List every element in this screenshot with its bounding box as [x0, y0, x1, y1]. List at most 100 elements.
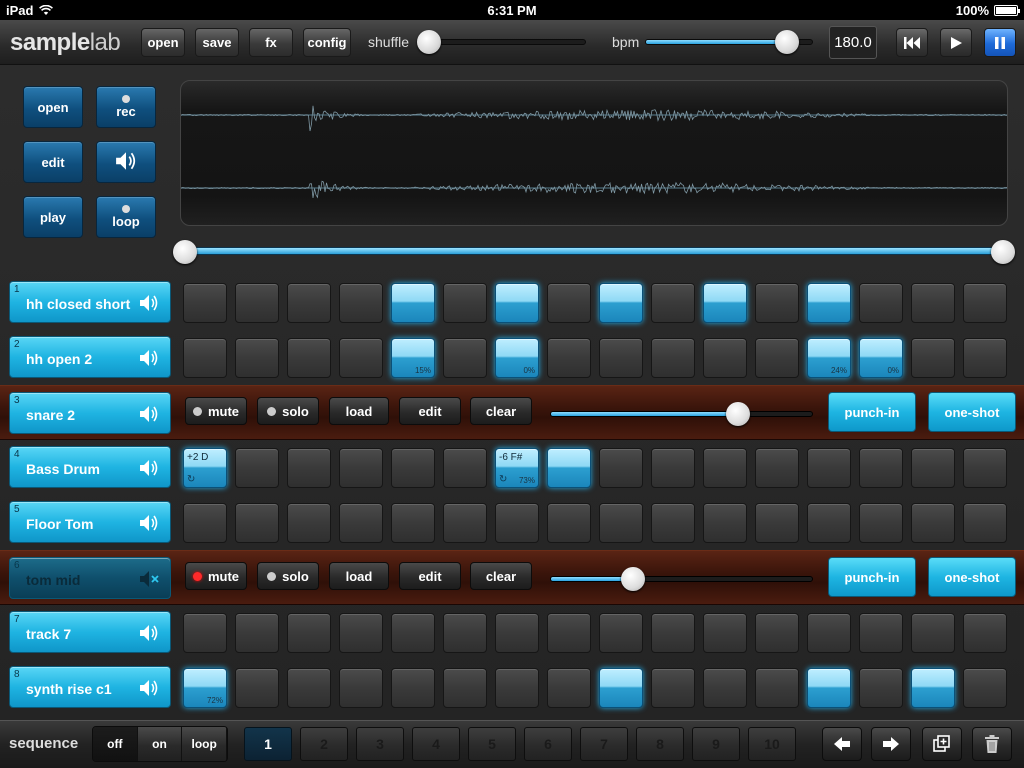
step-pad[interactable]	[807, 613, 851, 653]
sample-end-knob[interactable]	[991, 240, 1015, 264]
pattern-button[interactable]: 5	[468, 727, 516, 761]
step-pad[interactable]	[391, 613, 435, 653]
step-pad[interactable]: 24%	[807, 338, 851, 378]
step-pad[interactable]	[391, 283, 435, 323]
step-pad[interactable]	[599, 283, 643, 323]
speaker-icon[interactable]	[138, 678, 160, 698]
step-pad[interactable]: 72%	[183, 668, 227, 708]
step-pad[interactable]	[287, 448, 331, 488]
step-pad[interactable]	[443, 668, 487, 708]
sample-reverse-button[interactable]	[96, 141, 156, 183]
step-pad[interactable]	[391, 503, 435, 543]
one-shot-button[interactable]: one-shot	[928, 557, 1016, 597]
step-pad[interactable]	[651, 668, 695, 708]
step-pad[interactable]	[703, 668, 747, 708]
track-name-button[interactable]: 2 hh open 2	[9, 336, 171, 378]
track-name-button[interactable]: 7 track 7	[9, 611, 171, 653]
step-pad[interactable]	[443, 448, 487, 488]
speaker-icon[interactable]	[138, 404, 160, 424]
step-pad[interactable]	[651, 283, 695, 323]
speaker-muted-icon[interactable]	[138, 569, 160, 589]
step-pad[interactable]	[391, 668, 435, 708]
config-button[interactable]: config	[303, 28, 351, 57]
solo-button[interactable]: solo	[257, 397, 319, 425]
next-pattern-button[interactable]	[871, 727, 911, 761]
step-pad[interactable]	[963, 668, 1007, 708]
step-pad[interactable]	[859, 448, 903, 488]
step-pad[interactable]	[703, 613, 747, 653]
speaker-icon[interactable]	[138, 623, 160, 643]
step-pad[interactable]	[963, 503, 1007, 543]
step-pad[interactable]	[911, 613, 955, 653]
track-volume-knob[interactable]	[725, 402, 750, 426]
speaker-icon[interactable]	[138, 293, 160, 313]
duplicate-pattern-button[interactable]	[922, 727, 962, 761]
step-pad[interactable]: +2 D ↻	[183, 448, 227, 488]
step-pad[interactable]	[755, 668, 799, 708]
sample-edit-button[interactable]: edit	[23, 141, 83, 183]
step-pad[interactable]	[235, 613, 279, 653]
step-pad[interactable]	[183, 338, 227, 378]
clear-button[interactable]: clear	[470, 397, 532, 425]
step-pad[interactable]	[339, 613, 383, 653]
step-pad[interactable]	[339, 448, 383, 488]
step-pad[interactable]	[443, 503, 487, 543]
pattern-button[interactable]: 8	[636, 727, 684, 761]
step-pad[interactable]	[287, 283, 331, 323]
one-shot-button[interactable]: one-shot	[928, 392, 1016, 432]
step-pad[interactable]	[495, 283, 539, 323]
step-pad[interactable]	[547, 283, 591, 323]
step-pad[interactable]	[755, 613, 799, 653]
step-pad[interactable]	[547, 668, 591, 708]
step-pad[interactable]	[703, 448, 747, 488]
step-pad[interactable]	[859, 613, 903, 653]
step-pad[interactable]	[963, 448, 1007, 488]
step-pad[interactable]	[339, 283, 383, 323]
step-pad[interactable]	[235, 668, 279, 708]
step-pad[interactable]	[287, 613, 331, 653]
step-pad[interactable]	[859, 283, 903, 323]
step-pad[interactable]	[703, 503, 747, 543]
load-button[interactable]: load	[329, 562, 389, 590]
step-pad[interactable]	[235, 503, 279, 543]
step-pad[interactable]	[911, 448, 955, 488]
punch-in-button[interactable]: punch-in	[828, 557, 916, 597]
step-pad[interactable]	[859, 668, 903, 708]
step-pad[interactable]: 15%	[391, 338, 435, 378]
step-pad[interactable]	[339, 338, 383, 378]
step-pad[interactable]	[963, 338, 1007, 378]
step-pad[interactable]	[495, 613, 539, 653]
step-pad[interactable]	[391, 448, 435, 488]
punch-in-button[interactable]: punch-in	[828, 392, 916, 432]
step-pad[interactable]: 0%	[859, 338, 903, 378]
step-pad[interactable]	[599, 338, 643, 378]
step-pad[interactable]	[339, 668, 383, 708]
mute-button[interactable]: mute	[185, 397, 247, 425]
step-pad[interactable]	[443, 338, 487, 378]
pattern-button[interactable]: 2	[300, 727, 348, 761]
pattern-button[interactable]: 6	[524, 727, 572, 761]
step-pad[interactable]	[183, 503, 227, 543]
sample-rec-button[interactable]: rec	[96, 86, 156, 128]
step-pad[interactable]	[963, 613, 1007, 653]
solo-button[interactable]: solo	[257, 562, 319, 590]
edit-button[interactable]: edit	[399, 397, 461, 425]
rewind-button[interactable]	[896, 28, 928, 57]
step-pad[interactable]	[599, 448, 643, 488]
step-pad[interactable]: -6 F# ↻ 73%	[495, 448, 539, 488]
step-pad[interactable]	[807, 283, 851, 323]
sequence-mode-loop[interactable]: loop	[182, 727, 227, 761]
shuffle-slider[interactable]	[417, 30, 586, 54]
step-pad[interactable]	[651, 613, 695, 653]
fx-button[interactable]: fx	[249, 28, 293, 57]
clear-button[interactable]: clear	[470, 562, 532, 590]
sample-loop-button[interactable]: loop	[96, 196, 156, 238]
open-button[interactable]: open	[141, 28, 185, 57]
step-pad[interactable]	[755, 448, 799, 488]
pattern-button[interactable]: 10	[748, 727, 796, 761]
speaker-icon[interactable]	[138, 513, 160, 533]
step-pad[interactable]	[651, 338, 695, 378]
edit-button[interactable]: edit	[399, 562, 461, 590]
step-pad[interactable]: 0%	[495, 338, 539, 378]
step-pad[interactable]	[547, 338, 591, 378]
